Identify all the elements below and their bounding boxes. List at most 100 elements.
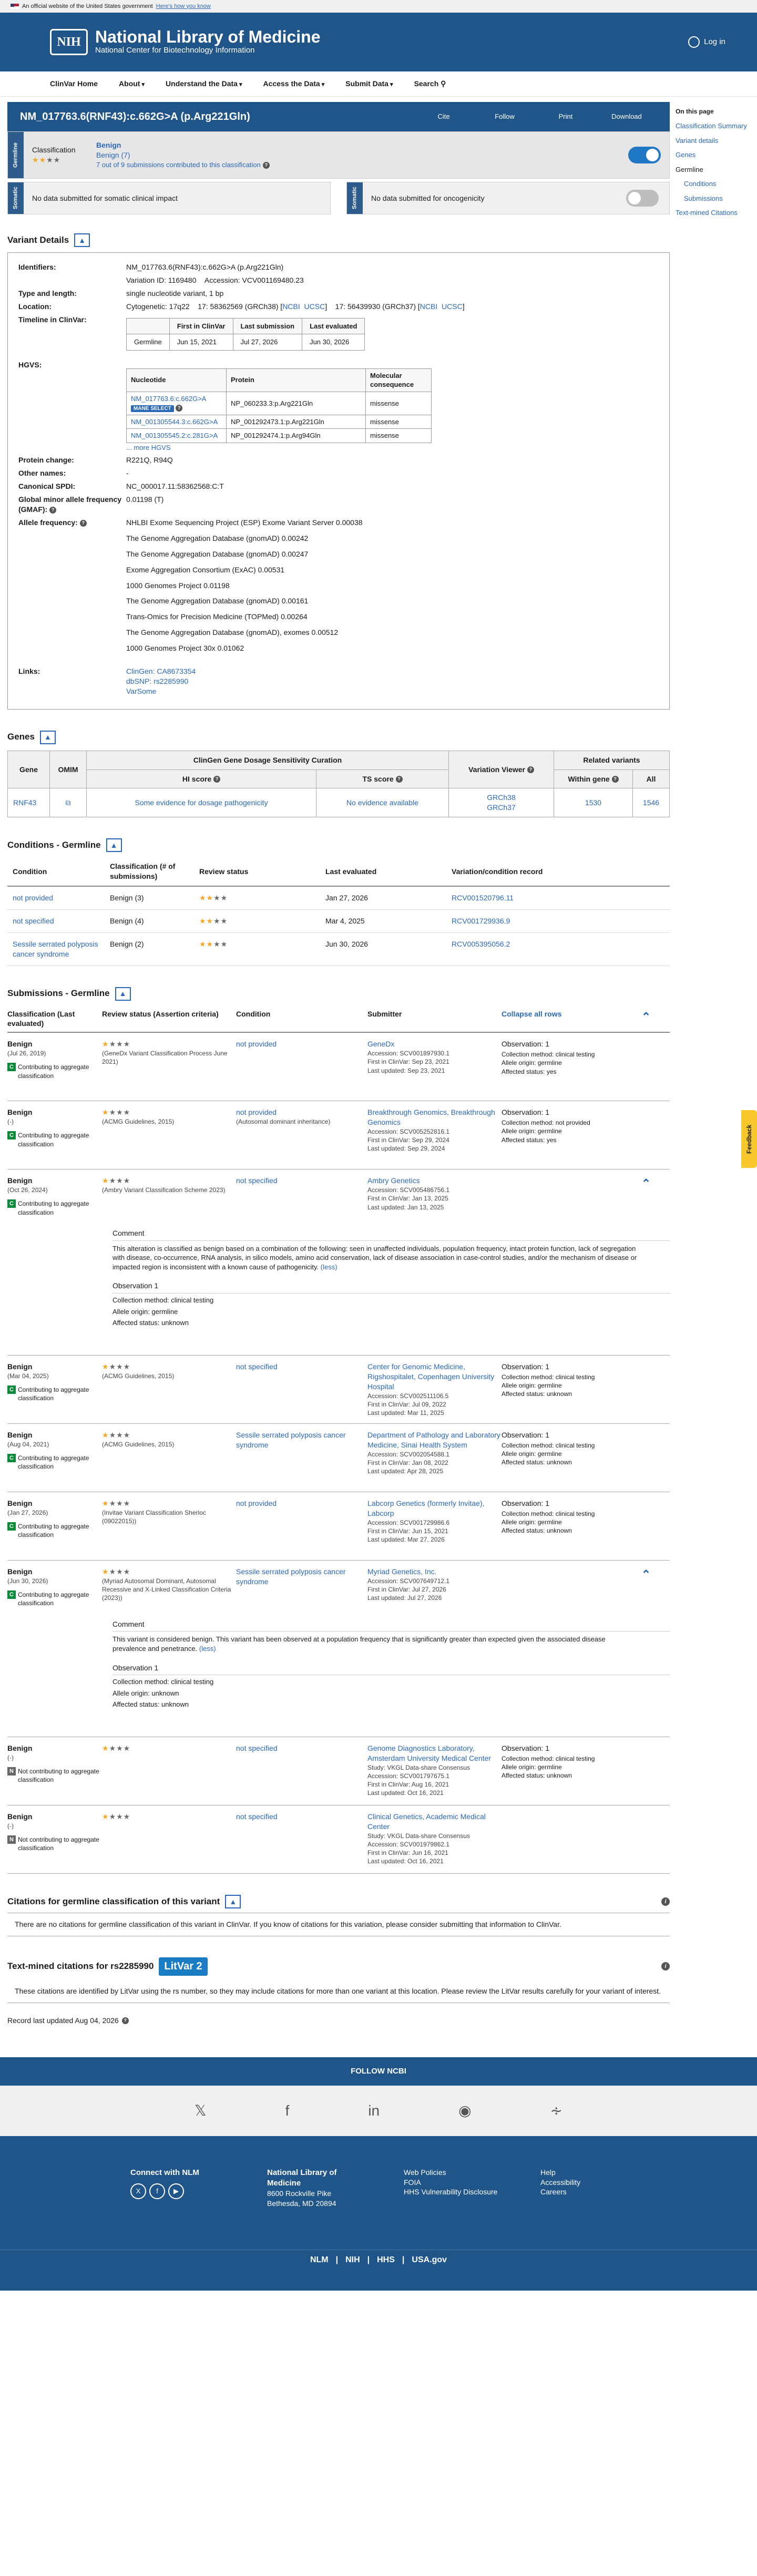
germline-toggle[interactable] [628, 147, 661, 163]
submitter-link[interactable]: Genome Diagnostics Laboratory, Amsterdam… [367, 1743, 502, 1763]
submission-condition[interactable]: Sessile serrated polyposis cancer syndro… [236, 1430, 367, 1450]
clingen-link[interactable]: ClinGen: CA8673354 [126, 666, 659, 676]
viewer-grch38[interactable]: GRCh38 [454, 793, 548, 803]
footer-accessibility[interactable]: Accessibility [540, 2178, 677, 2188]
help-icon[interactable]: ? [611, 776, 619, 783]
otp-item[interactable]: Classification Summary [676, 119, 754, 134]
chevron-up-icon[interactable]: ⌃ [641, 1177, 651, 1190]
varsome-link[interactable]: VarSome [126, 686, 659, 696]
ucsc-link-37[interactable]: UCSC [442, 302, 463, 311]
submission-condition[interactable]: not specified [236, 1176, 367, 1186]
collapse-conditions-icon[interactable]: ▲ [106, 838, 122, 853]
external-link-icon[interactable]: ⧉ [66, 798, 71, 807]
ncbi-link-37[interactable]: NCBI [420, 302, 437, 311]
cite-button[interactable]: Cite [413, 112, 474, 121]
collapse-genes-icon[interactable]: ▲ [39, 730, 56, 744]
ts-score[interactable]: No evidence available [315, 788, 449, 818]
collapse-citations-icon[interactable]: ▲ [225, 1895, 241, 1909]
submission-condition[interactable]: not provided [236, 1107, 367, 1117]
help-icon[interactable]: ? [527, 766, 534, 774]
hi-score[interactable]: Some evidence for dosage pathogenicity [86, 788, 316, 818]
somatic-toggle[interactable] [626, 190, 659, 207]
nav-submit[interactable]: Submit Data [345, 79, 393, 89]
all-count[interactable]: 1546 [632, 788, 670, 818]
help-icon[interactable]: ? [262, 162, 270, 169]
x-icon[interactable]: X [130, 2183, 146, 2199]
help-icon[interactable]: ? [213, 776, 221, 783]
nav-access[interactable]: Access the Data [263, 79, 325, 89]
nav-about[interactable]: About [119, 79, 145, 89]
footer-foia[interactable]: FOIA [404, 2178, 540, 2188]
submitter-link[interactable]: GeneDx [367, 1039, 502, 1049]
assertion-criteria-link[interactable]: (ACMG Guidelines, 2015) [102, 1372, 236, 1380]
gene-link[interactable]: RNF43 [7, 788, 50, 818]
footer-hhs[interactable]: HHS [377, 2254, 395, 2266]
help-icon[interactable]: ? [49, 506, 57, 514]
ncbi-link-38[interactable]: NCBI [282, 302, 300, 311]
github-icon[interactable]: ◉ [458, 2101, 471, 2121]
help-icon[interactable]: ? [395, 776, 403, 783]
more-hgvs-link[interactable]: ... more HGVS [126, 443, 659, 453]
login-button[interactable]: Log in [688, 36, 725, 48]
dbsnp-link[interactable]: dbSNP: rs2285990 [126, 676, 659, 686]
gov-banner-link[interactable]: Here's how you know [156, 3, 211, 11]
collapse-submissions-icon[interactable]: ▲ [115, 987, 131, 1001]
info-icon[interactable]: i [661, 1897, 670, 1906]
submission-count[interactable]: 7 out of 9 submissions contributed to th… [96, 161, 261, 169]
chevron-up-icon[interactable]: ⌃ [622, 1009, 670, 1029]
feedback-button[interactable]: Feedback [741, 1110, 757, 1168]
submission-condition[interactable]: not specified [236, 1362, 367, 1372]
nav-understand[interactable]: Understand the Data [166, 79, 242, 89]
within-gene-count[interactable]: 1530 [554, 788, 633, 818]
nav-clinvar-home[interactable]: ClinVar Home [50, 79, 98, 89]
footer-nlm[interactable]: NLM [310, 2254, 329, 2266]
print-button[interactable]: Print [535, 112, 596, 121]
submitter-link[interactable]: Myriad Genetics, Inc. [367, 1567, 502, 1577]
litvar-badge[interactable]: LitVar 2 [159, 1957, 208, 1976]
footer-help[interactable]: Help [540, 2168, 677, 2178]
submitter-link[interactable]: Center for Genomic Medicine, Rigshospita… [367, 1362, 502, 1392]
submission-condition[interactable]: not provided [236, 1039, 367, 1049]
follow-button[interactable]: Follow [474, 112, 535, 121]
assertion-criteria-link[interactable]: (GeneDx Variant Classification Process J… [102, 1049, 236, 1066]
nav-search[interactable]: Search ⚲ [414, 79, 446, 89]
otp-item[interactable]: Variant details [676, 134, 754, 148]
hgvs-nuc-1[interactable]: NM_017763.6:c.662G>A [131, 395, 206, 403]
download-button[interactable]: Download [596, 112, 657, 121]
less-link[interactable]: (less) [199, 1645, 216, 1653]
footer-hhs-vuln[interactable]: HHS Vulnerability Disclosure [404, 2187, 540, 2197]
rss-icon[interactable]: ∻ [550, 2101, 562, 2121]
collapse-variant-details-icon[interactable]: ▲ [74, 233, 90, 247]
submitter-link[interactable]: Breakthrough Genomics, Breakthrough Geno… [367, 1107, 502, 1127]
classification-sub[interactable]: Benign (7) [96, 150, 622, 160]
footer-web-policies[interactable]: Web Policies [404, 2168, 540, 2178]
facebook-icon[interactable]: f [285, 2101, 290, 2121]
submitter-link[interactable]: Department of Pathology and Laboratory M… [367, 1430, 502, 1450]
otp-item[interactable]: Text-mined Citations [676, 206, 754, 220]
submission-condition[interactable]: Sessile serrated polyposis cancer syndro… [236, 1567, 367, 1587]
assertion-criteria-link[interactable]: (ACMG Guidelines, 2015) [102, 1117, 236, 1126]
ucsc-link-38[interactable]: UCSC [304, 302, 325, 311]
assertion-criteria-link[interactable]: (Invitae Variant Classification Sherloc … [102, 1508, 236, 1525]
assertion-criteria-link[interactable]: (Myriad Autosomal Dominant, Autosomal Re… [102, 1577, 236, 1603]
help-icon[interactable]: ? [79, 519, 87, 527]
otp-item[interactable]: Conditions [676, 177, 754, 191]
footer-nih[interactable]: NIH [345, 2254, 360, 2266]
x-icon[interactable]: 𝕏 [195, 2101, 207, 2121]
classification-value[interactable]: Benign [96, 140, 622, 150]
submitter-link[interactable]: Ambry Genetics [367, 1176, 502, 1186]
nlm-name-2[interactable]: Medicine [267, 2178, 404, 2189]
submitter-link[interactable]: Clinical Genetics, Academic Medical Cent… [367, 1812, 502, 1832]
assertion-criteria-link[interactable]: (Ambry Variant Classification Scheme 202… [102, 1186, 236, 1194]
submission-condition[interactable]: not specified [236, 1743, 367, 1753]
youtube-icon[interactable]: ▶ [168, 2183, 184, 2199]
viewer-grch37[interactable]: GRCh37 [454, 803, 548, 813]
nlm-logo[interactable]: NIH National Library of Medicine Nationa… [50, 28, 321, 56]
otp-item[interactable]: Genes [676, 148, 754, 162]
less-link[interactable]: (less) [321, 1263, 337, 1271]
collapse-all-rows[interactable]: Collapse all rows [502, 1009, 622, 1029]
hgvs-nuc-3[interactable]: NM_001305545.2:c.281G>A [131, 432, 218, 439]
linkedin-icon[interactable]: in [368, 2101, 380, 2121]
assertion-criteria-link[interactable]: (ACMG Guidelines, 2015) [102, 1440, 236, 1449]
facebook-icon[interactable]: f [149, 2183, 165, 2199]
